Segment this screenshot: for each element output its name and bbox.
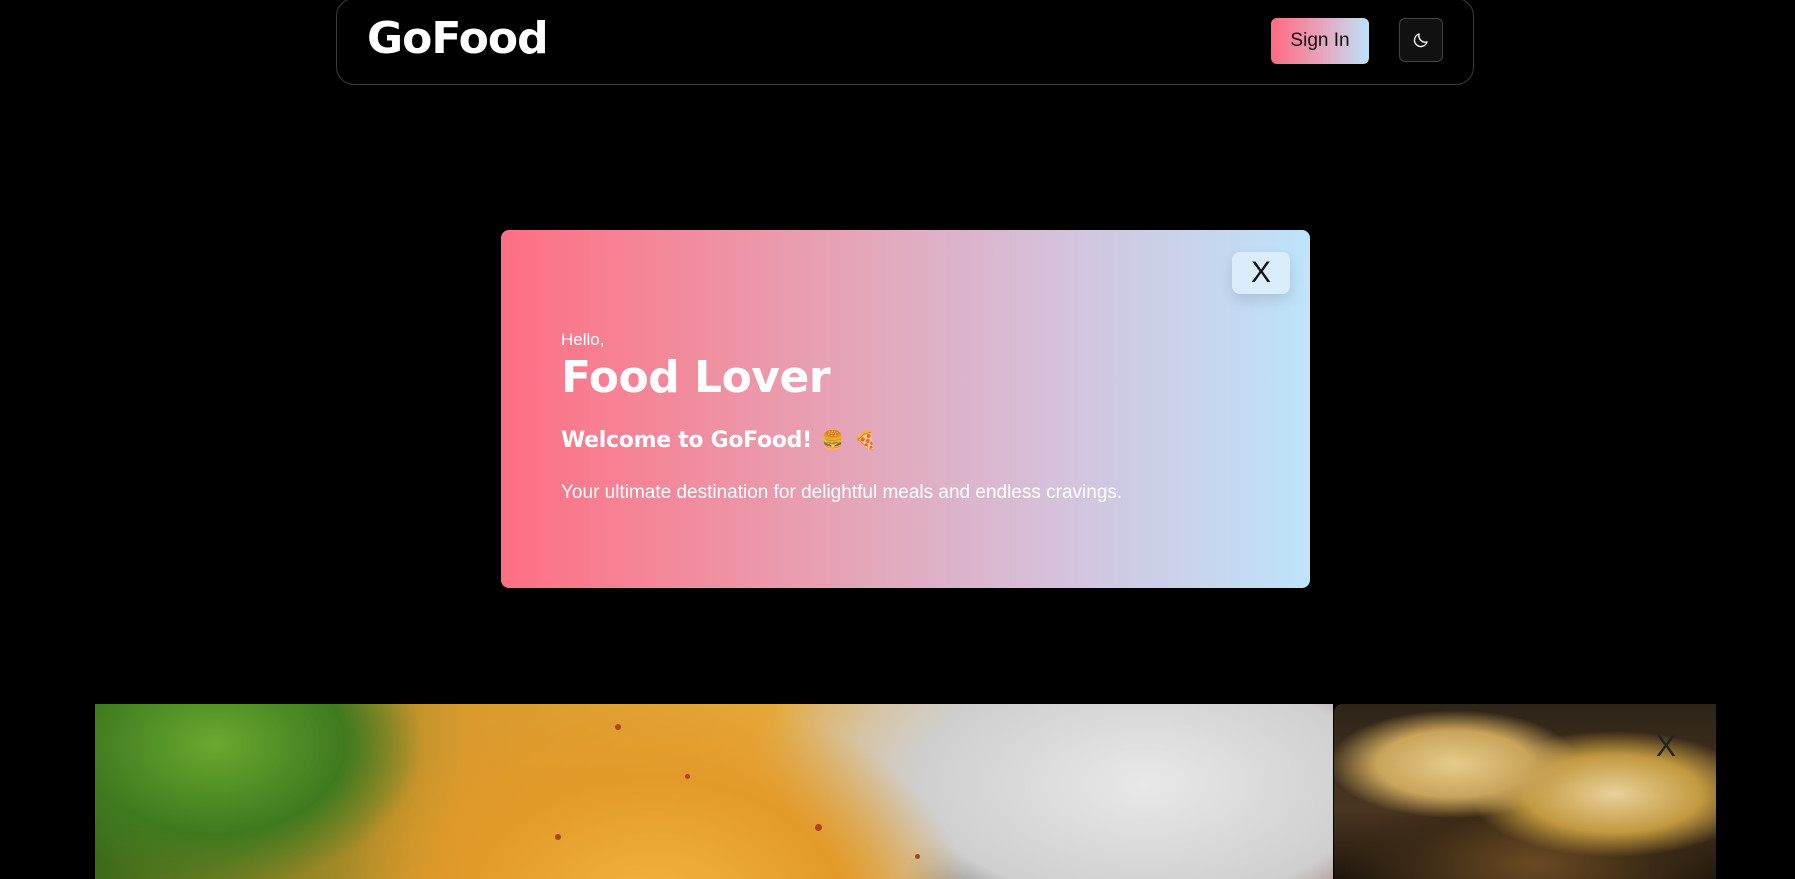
brand-logo[interactable]: GoFood (367, 13, 549, 64)
pizza-icon: 🍕 (853, 430, 877, 451)
tagline-text: Your ultimate destination for delightful… (561, 482, 1123, 503)
greeting-text: Hello, (561, 330, 605, 349)
moon-icon (1413, 33, 1428, 48)
navbar: GoFood Sign In (336, 0, 1474, 85)
carousel-image-side[interactable]: X (1334, 704, 1716, 879)
spice-dot (685, 774, 690, 779)
spice-dot (555, 834, 561, 840)
spice-dot (815, 824, 822, 831)
modal-headline: Food Lover (561, 352, 831, 403)
modal-close-button[interactable]: X (1232, 252, 1290, 294)
carousel-image-main[interactable] (95, 704, 1333, 879)
page: GoFood Sign In X Hello, Food Lover Welco… (0, 0, 1795, 879)
burger-icon: 🍔 (821, 430, 844, 451)
carousel-close-button[interactable]: X (1656, 730, 1676, 764)
theme-toggle-button[interactable] (1399, 18, 1443, 62)
sign-in-button[interactable]: Sign In (1271, 18, 1369, 64)
welcome-text: Welcome to GoFood! (561, 428, 812, 453)
welcome-modal: X Hello, Food Lover Welcome to GoFood! 🍔… (501, 230, 1310, 588)
spice-dot (615, 724, 621, 730)
spice-dot (915, 854, 920, 859)
welcome-heading: Welcome to GoFood! 🍔 🍕 (561, 428, 876, 453)
